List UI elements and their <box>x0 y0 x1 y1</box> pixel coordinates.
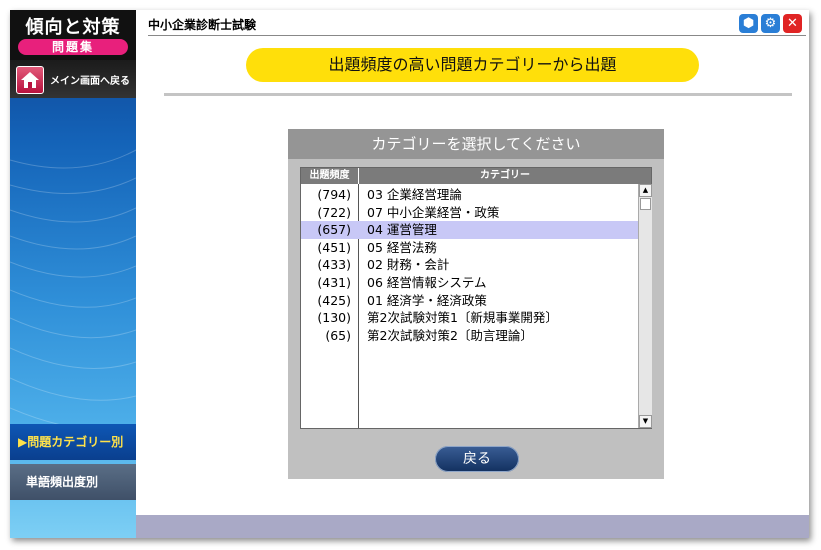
row-category: 02 財務・会計 <box>367 257 450 273</box>
table-row[interactable]: (722) 07 中小企業経営・政策 <box>301 204 639 222</box>
logo-title: 傾向と対策 <box>25 17 121 38</box>
table-row[interactable]: (451) 05 経営法務 <box>301 239 639 257</box>
row-frequency: (657) <box>317 222 351 238</box>
row-category: 05 経営法務 <box>367 239 437 255</box>
row-category: 01 経済学・経済政策 <box>367 292 487 308</box>
app-title: 中小企業診断士試験 <box>148 18 257 32</box>
table-row[interactable]: (657) 04 運営管理 <box>301 221 639 239</box>
row-category: 第2次試験対策1〔新規事業開発〕 <box>367 310 558 326</box>
category-list: 出題頻度 カテゴリー (794) 03 企業経営理論 (722) 07 中小企業経営・… <box>300 167 652 429</box>
row-frequency: (433) <box>317 257 351 273</box>
row-frequency: (722) <box>317 204 351 220</box>
home-button[interactable]: メイン画面へ戻る <box>10 60 136 98</box>
row-frequency: (65) <box>325 327 351 343</box>
category-dialog: カテゴリーを選択してください 出題頻度 カテゴリー (794) 03 企業経営理論… <box>288 129 664 479</box>
table-row[interactable]: (794) 03 企業経営理論 <box>301 186 639 204</box>
row-frequency: (451) <box>317 239 351 255</box>
back-button[interactable]: 戻る <box>435 446 519 472</box>
scroll-down-icon[interactable]: ▼ <box>639 415 652 428</box>
table-row[interactable]: (431) 06 経営情報システム <box>301 274 639 292</box>
mode-banner: 出題頻度の高い問題カテゴリーから出題 <box>246 48 699 82</box>
home-button-label: メイン画面へ戻る <box>50 76 130 87</box>
header-divider <box>148 35 806 36</box>
column-header-category: カテゴリー <box>359 168 651 184</box>
scroll-up-icon[interactable]: ▲ <box>639 184 652 197</box>
row-category: 第2次試験対策2〔助言理論〕 <box>367 327 533 343</box>
list-scrollbar[interactable]: ▲ ▼ <box>638 184 652 428</box>
nav-item-category[interactable]: ▶問題カテゴリー別 <box>10 424 136 460</box>
row-category: 04 運営管理 <box>367 222 437 238</box>
close-icon: ✕ <box>787 16 798 31</box>
app-logo: 傾向と対策 問題集 <box>10 10 136 60</box>
minimize-button[interactable]: ⬢ <box>739 14 758 33</box>
row-category: 06 経営情報システム <box>367 274 487 290</box>
nav-item-word-frequency[interactable]: 単語頻出度別 <box>10 464 136 500</box>
row-frequency: (425) <box>317 292 351 308</box>
table-row[interactable]: (433) 02 財務・会計 <box>301 256 639 274</box>
dialog-title: カテゴリーを選択してください <box>288 129 664 159</box>
row-frequency: (130) <box>317 310 351 326</box>
row-category: 03 企業経営理論 <box>367 187 462 202</box>
bottom-bar <box>136 515 809 538</box>
category-rows: (794) 03 企業経営理論 (722) 07 中小企業経営・政策 (657) 04 運… <box>301 186 639 344</box>
table-row[interactable]: (65) 第2次試験対策2〔助言理論〕 <box>301 327 639 345</box>
home-icon <box>16 66 44 94</box>
gear-icon: ⚙ <box>764 16 777 31</box>
row-category: 07 中小企業経営・政策 <box>367 204 500 220</box>
close-button[interactable]: ✕ <box>783 14 802 33</box>
row-frequency: (431) <box>317 274 351 290</box>
scroll-thumb[interactable] <box>640 198 651 210</box>
column-header-frequency: 出題頻度 <box>301 168 358 184</box>
table-row[interactable]: (425) 01 経済学・経済政策 <box>301 292 639 310</box>
row-frequency: (794) <box>317 187 351 202</box>
app-window: 傾向と対策 問題集 メイン画面へ戻る ▶問題カテゴリー別 単語頻出度別 中小企業… <box>10 10 809 538</box>
settings-button[interactable]: ⚙ <box>761 14 780 33</box>
minimize-icon: ⬢ <box>742 16 755 31</box>
sidebar: 傾向と対策 問題集 メイン画面へ戻る ▶問題カテゴリー別 単語頻出度別 <box>10 10 136 538</box>
logo-badge: 問題集 <box>18 39 128 55</box>
table-row[interactable]: (130) 第2次試験対策1〔新規事業開発〕 <box>301 309 639 327</box>
banner-divider <box>164 93 792 96</box>
